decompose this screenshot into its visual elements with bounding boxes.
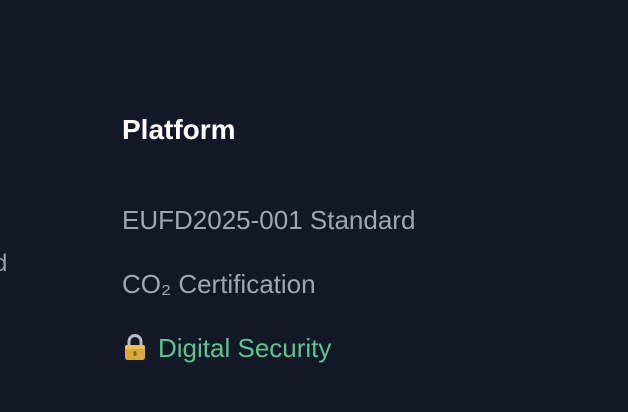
lock-icon bbox=[122, 333, 148, 361]
platform-heading: Platform bbox=[122, 114, 236, 145]
clipped-left-text: d bbox=[0, 250, 8, 277]
list-item: EUFD2025-001 Standard bbox=[122, 202, 415, 266]
list-item: CO₂ Certification bbox=[122, 266, 415, 330]
list-item: Digital Security bbox=[122, 330, 415, 394]
digital-security-label: Digital Security bbox=[158, 333, 332, 363]
platform-footer-column: Platform EUFD2025-001 Standard CO₂ Certi… bbox=[122, 110, 415, 363]
platform-links-list: EUFD2025-001 Standard CO₂ Certification … bbox=[122, 202, 415, 394]
co2-certification-link[interactable]: CO₂ Certification bbox=[122, 266, 316, 302]
eufd-standard-link[interactable]: EUFD2025-001 Standard bbox=[122, 202, 415, 238]
digital-security-link[interactable]: Digital Security bbox=[122, 330, 331, 366]
